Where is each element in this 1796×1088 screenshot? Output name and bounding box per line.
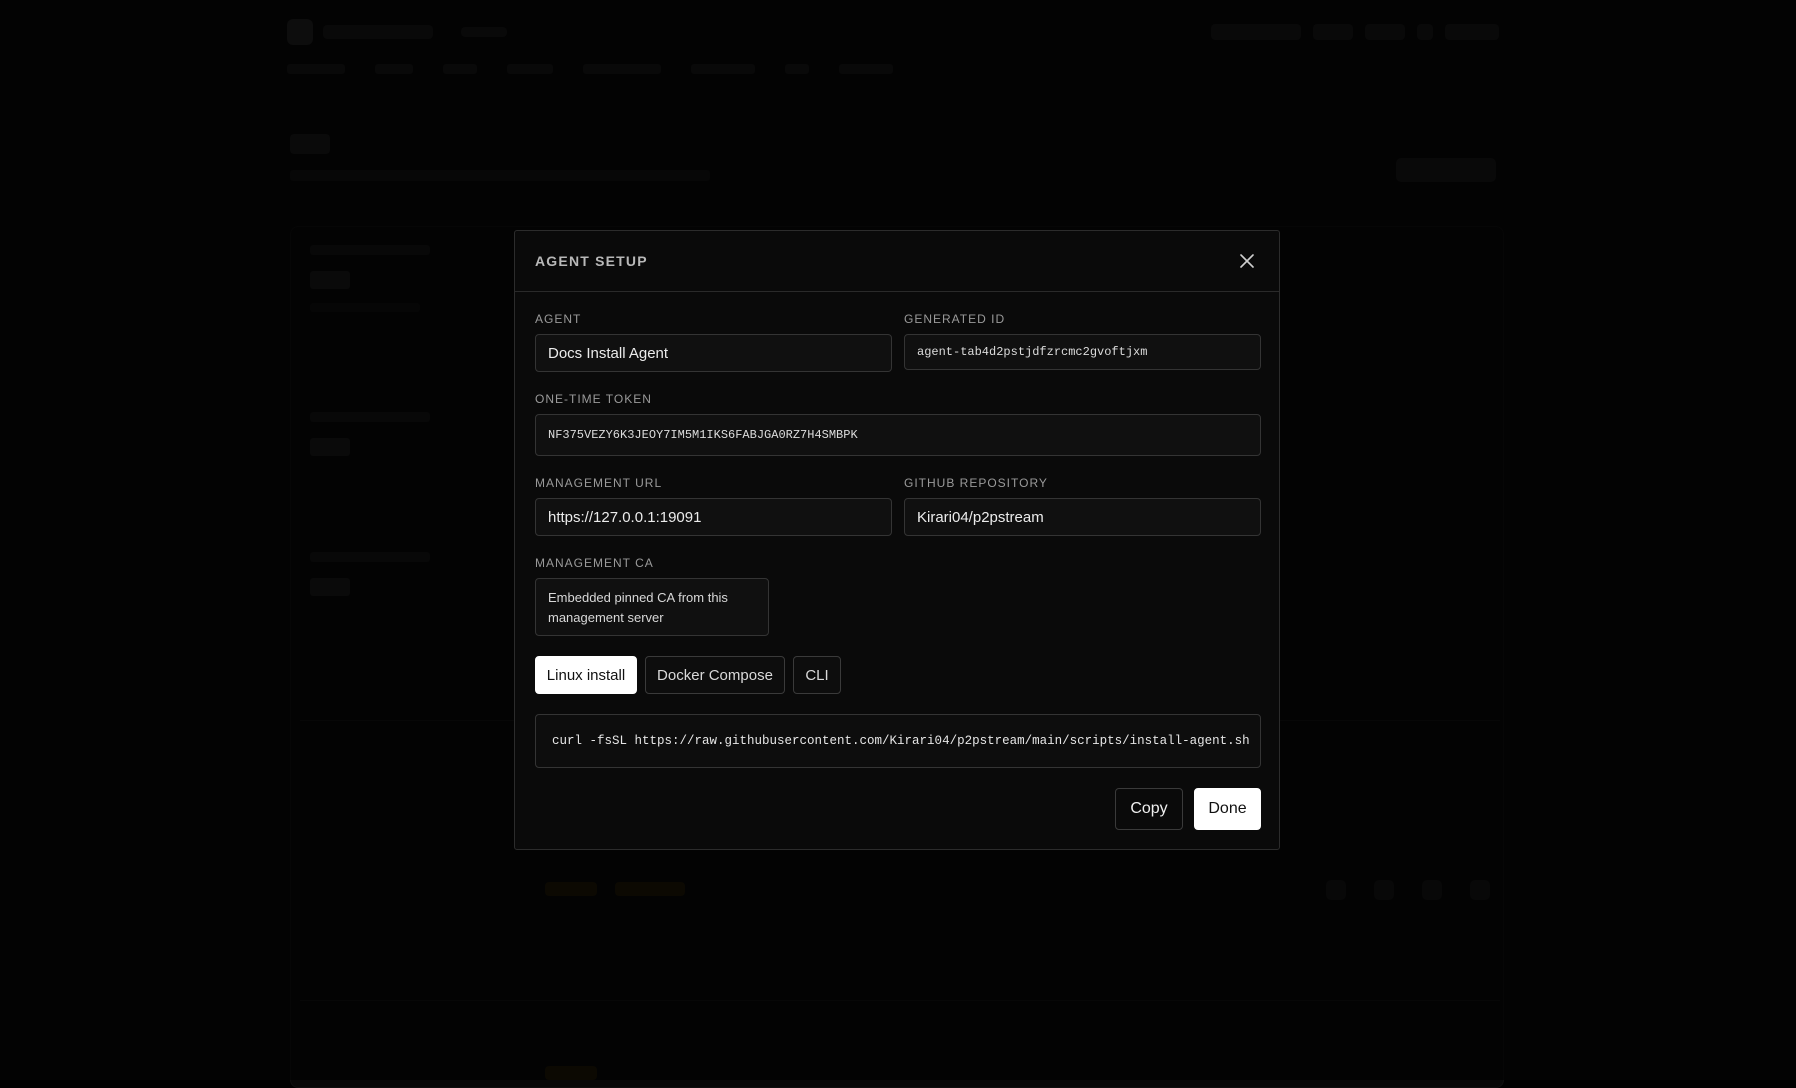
one-time-token-value: NF375VEZY6K3JEOY7IM5M1IKS6FABJGA0RZ7H4SM… bbox=[548, 428, 858, 442]
copy-button[interactable]: Copy bbox=[1115, 788, 1183, 830]
install-command-text: curl -fsSL https://raw.githubusercontent… bbox=[552, 734, 1261, 748]
install-command-box[interactable]: curl -fsSL https://raw.githubusercontent… bbox=[535, 714, 1261, 768]
generated-id-value: agent-tab4d2pstjdfzrcmc2gvoftjxm bbox=[917, 345, 1148, 359]
dialog-header: AGENT SETUP bbox=[515, 231, 1279, 292]
generated-id-label: GENERATED ID bbox=[904, 312, 1006, 326]
github-repository-value: Kirari04/p2pstream bbox=[917, 508, 1044, 526]
close-button[interactable] bbox=[1235, 249, 1259, 273]
management-ca-value: Embedded pinned CA from this management … bbox=[548, 590, 728, 625]
token-label: ONE-TIME TOKEN bbox=[535, 392, 652, 406]
generated-id-field[interactable]: agent-tab4d2pstjdfzrcmc2gvoftjxm bbox=[904, 334, 1261, 370]
tab-docker-compose[interactable]: Docker Compose bbox=[645, 656, 785, 694]
agent-name-value: Docs Install Agent bbox=[548, 344, 669, 362]
one-time-token-field[interactable]: NF375VEZY6K3JEOY7IM5M1IKS6FABJGA0RZ7H4SM… bbox=[535, 414, 1261, 456]
github-repository-field[interactable]: Kirari04/p2pstream bbox=[904, 498, 1261, 536]
github-repository-label: GITHUB REPOSITORY bbox=[904, 476, 1048, 490]
management-url-field[interactable]: https://127.0.0.1:19091 bbox=[535, 498, 892, 536]
agent-label: AGENT bbox=[535, 312, 582, 326]
done-button[interactable]: Done bbox=[1194, 788, 1261, 830]
tab-linux-install[interactable]: Linux install bbox=[535, 656, 637, 694]
tab-cli[interactable]: CLI bbox=[793, 656, 841, 694]
management-url-label: MANAGEMENT URL bbox=[535, 476, 663, 490]
dialog-title: AGENT SETUP bbox=[535, 253, 648, 269]
agent-setup-dialog: AGENT SETUP AGENT Docs Install Agent GEN… bbox=[514, 230, 1280, 850]
close-icon bbox=[1240, 254, 1254, 268]
management-ca-label: MANAGEMENT CA bbox=[535, 556, 654, 570]
management-ca-box: Embedded pinned CA from this management … bbox=[535, 578, 769, 636]
management-url-value: https://127.0.0.1:19091 bbox=[548, 508, 702, 526]
agent-name-field[interactable]: Docs Install Agent bbox=[535, 334, 892, 372]
